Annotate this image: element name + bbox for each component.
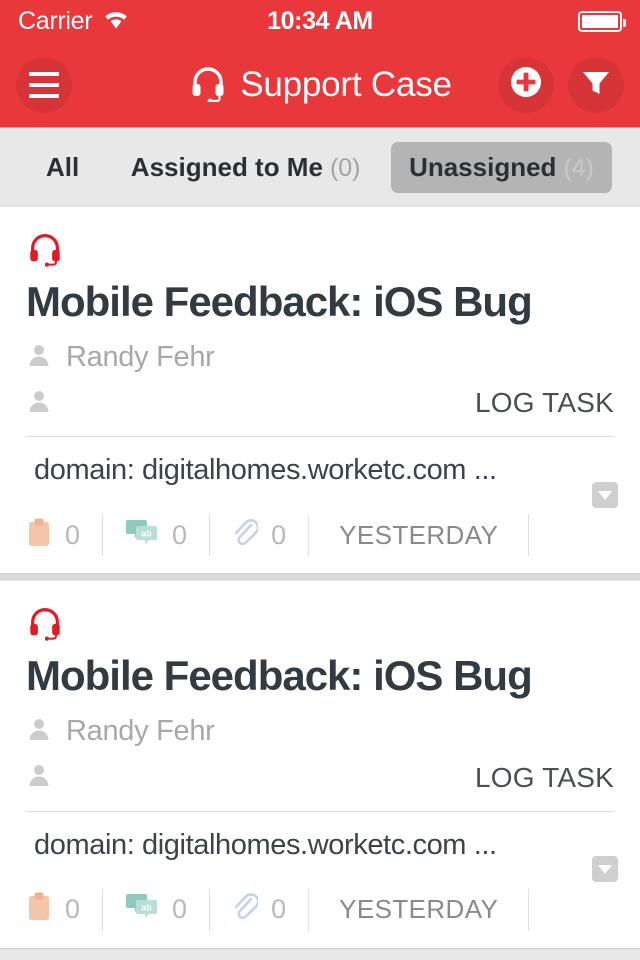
case-contact-row: Randy Fehr [26, 709, 614, 755]
filter-button[interactable] [568, 56, 624, 113]
battery-full-icon [578, 10, 626, 32]
comments-count: 0 [172, 894, 188, 925]
case-type-headset-icon [26, 229, 614, 272]
person-icon [26, 762, 52, 793]
attachments-stat[interactable]: 0 [210, 514, 310, 557]
page-title: Support Case [240, 64, 452, 104]
case-assignee-row: LOG TASK [26, 380, 614, 426]
funnel-filter-icon [579, 65, 613, 104]
case-date: YESTERDAY [309, 514, 530, 557]
comments-stat[interactable]: ab 0 [103, 888, 211, 931]
status-bar-right [578, 10, 626, 32]
attachments-count: 0 [271, 894, 287, 925]
nav-actions [498, 56, 624, 113]
case-contact-name: Randy Fehr [66, 340, 215, 373]
comment-ab-icon: ab [125, 893, 159, 926]
comments-count: 0 [172, 519, 188, 550]
plus-circle-icon [507, 63, 545, 106]
comment-ab-icon: ab [125, 519, 159, 552]
hamburger-menu-button[interactable] [16, 56, 72, 113]
chevron-down-icon [598, 490, 612, 500]
attachments-stat[interactable]: 0 [210, 888, 310, 931]
case-assignee-row: LOG TASK [26, 755, 614, 801]
svg-text:ab: ab [141, 528, 152, 538]
tab-assigned-to-me-label: Assigned to Me [130, 151, 323, 182]
headset-icon [188, 62, 228, 107]
case-description: domain: digitalhomes.worketc.com ... [34, 454, 497, 487]
tab-unassigned-count: (4) [563, 153, 594, 182]
carrier-label: Carrier [18, 6, 93, 35]
filter-tab-bar: All Assigned to Me (0) Unassigned (4) [0, 128, 640, 206]
tab-assigned-to-me-count: (0) [329, 153, 361, 182]
comments-stat[interactable]: ab 0 [103, 514, 211, 557]
chevron-down-icon [598, 864, 612, 874]
person-icon [26, 342, 52, 373]
case-contact-row: Randy Fehr [26, 334, 614, 380]
tab-all-label: All [46, 151, 80, 182]
tasks-count: 0 [65, 894, 81, 925]
person-icon [26, 716, 52, 747]
person-icon [26, 388, 52, 419]
paperclip-icon [232, 518, 260, 553]
tasks-stat[interactable]: 0 [0, 514, 104, 557]
case-type-headset-icon [26, 603, 614, 646]
add-case-button[interactable] [498, 56, 554, 113]
expand-card-button[interactable] [592, 482, 618, 508]
hamburger-menu-icon [29, 71, 59, 98]
case-list: Mobile Feedback: iOS Bug Randy Fehr LOG … [0, 206, 640, 949]
paperclip-icon [232, 892, 260, 927]
wifi-icon [102, 8, 130, 34]
case-card[interactable]: Mobile Feedback: iOS Bug Randy Fehr LOG … [0, 206, 640, 575]
case-footer: 0 ab 0 0 YESTERDAY [0, 497, 640, 573]
log-task-button[interactable]: LOG TASK [475, 387, 614, 419]
case-footer: 0 ab 0 0 YESTERDAY [0, 872, 640, 948]
case-card[interactable]: Mobile Feedback: iOS Bug Randy Fehr LOG … [0, 580, 640, 949]
expand-card-button[interactable] [592, 856, 618, 883]
navigation-bar: Support Case [0, 42, 640, 128]
log-task-button[interactable]: LOG TASK [475, 762, 614, 794]
svg-text:ab: ab [141, 903, 152, 913]
tasks-count: 0 [65, 519, 81, 550]
status-bar-left: Carrier [18, 7, 130, 36]
tab-unassigned-label: Unassigned [409, 151, 557, 182]
case-date: YESTERDAY [309, 888, 530, 931]
case-title: Mobile Feedback: iOS Bug [26, 652, 533, 700]
tab-all[interactable]: All [28, 142, 97, 193]
case-contact-name: Randy Fehr [66, 715, 215, 748]
attachments-count: 0 [271, 519, 287, 550]
tasks-stat[interactable]: 0 [0, 888, 104, 931]
case-description: domain: digitalhomes.worketc.com ... [34, 828, 497, 861]
clipboard-icon [26, 892, 52, 927]
tab-assigned-to-me[interactable]: Assigned to Me (0) [113, 142, 379, 193]
clipboard-icon [26, 518, 52, 553]
case-title: Mobile Feedback: iOS Bug [26, 278, 533, 325]
status-bar: Carrier 10:34 AM [0, 0, 640, 42]
tab-unassigned[interactable]: Unassigned (4) [391, 141, 612, 193]
